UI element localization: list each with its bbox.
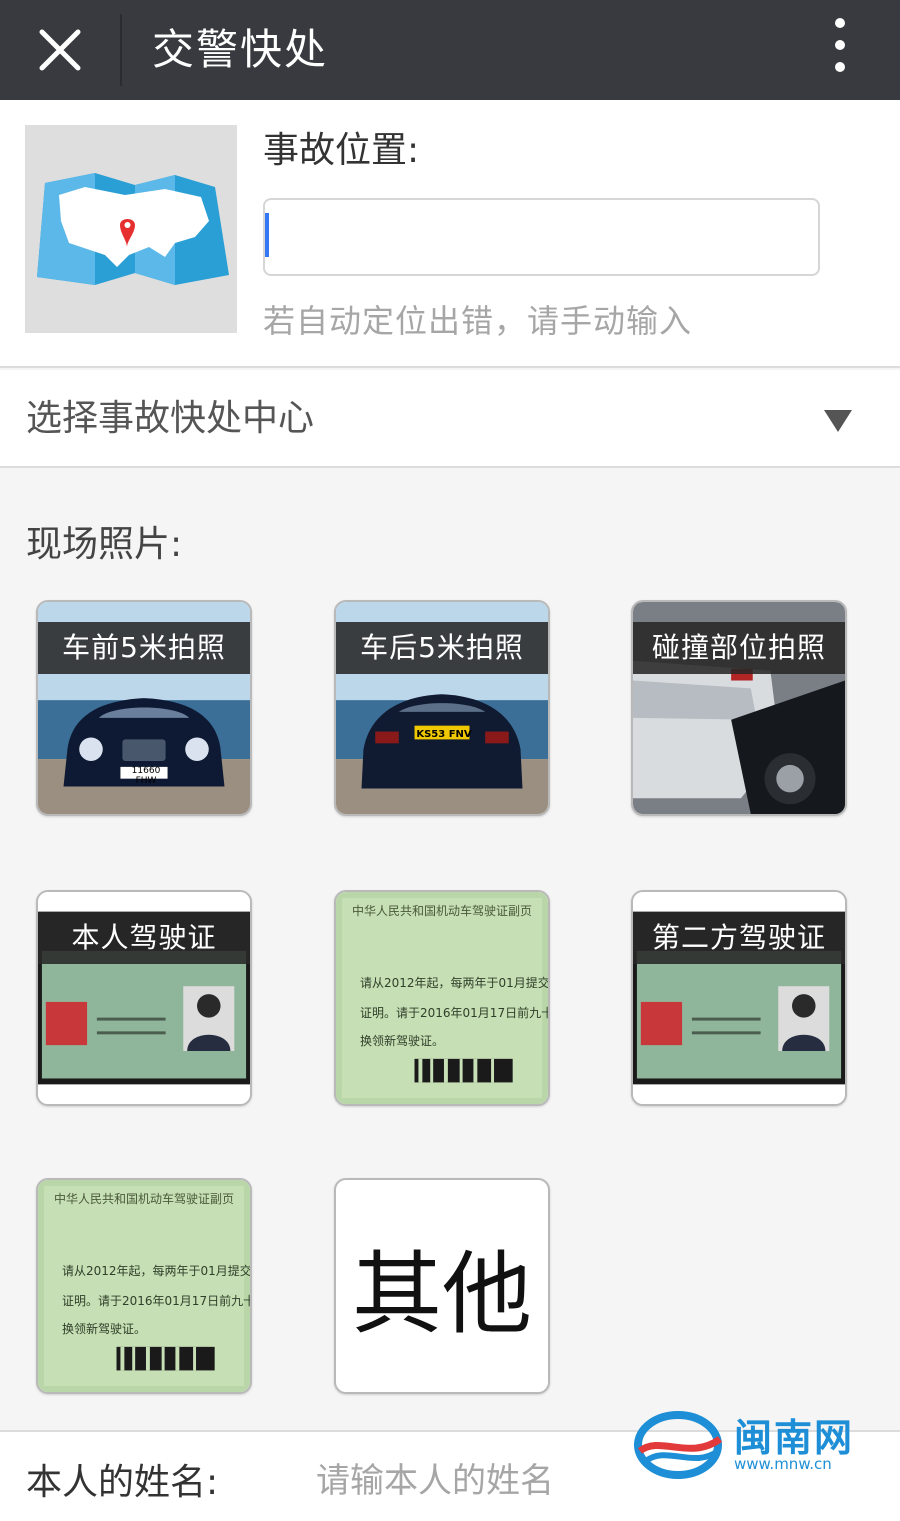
tile-caption: 第二方驾驶证 xyxy=(633,912,845,964)
cert-line: 请从2012年起，每两年于01月提交身体条件 xyxy=(62,1264,252,1278)
license-plate: 11660 FHW xyxy=(131,766,161,786)
photo-tile-other[interactable]: 其他 xyxy=(334,1178,550,1394)
photo-tile-front[interactable]: 车前5米拍照 11660 FHW xyxy=(36,600,252,816)
location-input[interactable] xyxy=(263,198,820,276)
cert-title: 中华人民共和国机动车驾驶证副页 xyxy=(351,904,532,918)
topbar-divider xyxy=(120,14,122,86)
photo-tile-rear[interactable]: 车后5米拍照 KS53 FNV xyxy=(334,600,550,816)
center-select-label: 选择事故快处中心 xyxy=(26,398,315,439)
tile-caption: 本人驾驶证 xyxy=(38,912,250,964)
name-label: 本人的姓名: xyxy=(26,1462,219,1503)
location-hint: 若自动定位出错，请手动输入 xyxy=(263,302,693,340)
top-bar: 交警快处 xyxy=(0,0,900,100)
watermark-url: www.mnw.cn xyxy=(734,1455,832,1473)
watermark-icon xyxy=(634,1411,723,1479)
cert-line: 换领新驾驶证。 xyxy=(360,1034,445,1048)
cert-line: 证明。请于2016年01月17日前九十日内申请 xyxy=(62,1294,250,1308)
text-cursor xyxy=(265,213,269,257)
cert-line: 换领新驾驶证。 xyxy=(62,1322,147,1336)
tile-caption: 车后5米拍照 xyxy=(336,622,548,674)
more-vertical-icon[interactable] xyxy=(820,14,860,86)
photos-label: 现场照片: xyxy=(26,524,183,565)
tile-caption: 车前5米拍照 xyxy=(38,622,250,674)
photo-tile-collision[interactable]: 碰撞部位拍照 xyxy=(631,600,847,816)
photo-tile-own-license[interactable]: 本人驾驶证 xyxy=(36,890,252,1106)
tile-caption: 碰撞部位拍照 xyxy=(633,622,845,674)
center-select-dropdown[interactable]: 选择事故快处中心 xyxy=(0,370,900,468)
other-label: 其他 xyxy=(352,1242,532,1347)
location-label: 事故位置: xyxy=(263,130,420,171)
watermark-logo: 闽南网 www.mnw.cn xyxy=(630,1405,870,1485)
photo-tile-license-page[interactable]: 中华人民共和国机动车驾驶证副页 请从2012年起，每两年于01月提交身体条件 证… xyxy=(334,890,550,1106)
dropdown-triangle-icon xyxy=(824,410,852,432)
cert-line: 证明。请于2016年01月17日前九十日内申请 xyxy=(360,1006,548,1020)
cert-title: 中华人民共和国机动车驾驶证副页 xyxy=(53,1192,234,1206)
photo-tile-second-license[interactable]: 第二方驾驶证 xyxy=(631,890,847,1106)
page-title: 交警快处 xyxy=(152,25,329,74)
cert-line: 请从2012年起，每两年于01月提交身体条件 xyxy=(360,976,550,990)
location-section: 事故位置: 若自动定位出错，请手动输入 xyxy=(0,100,900,368)
map-pin-icon[interactable] xyxy=(25,125,237,333)
close-icon[interactable] xyxy=(28,18,92,82)
watermark-text: 闽南网 xyxy=(734,1416,855,1460)
license-plate: KS53 FNV xyxy=(416,729,472,740)
photo-tile-license-page-2[interactable]: 中华人民共和国机动车驾驶证副页 请从2012年起，每两年于01月提交身体条件 证… xyxy=(36,1178,252,1394)
